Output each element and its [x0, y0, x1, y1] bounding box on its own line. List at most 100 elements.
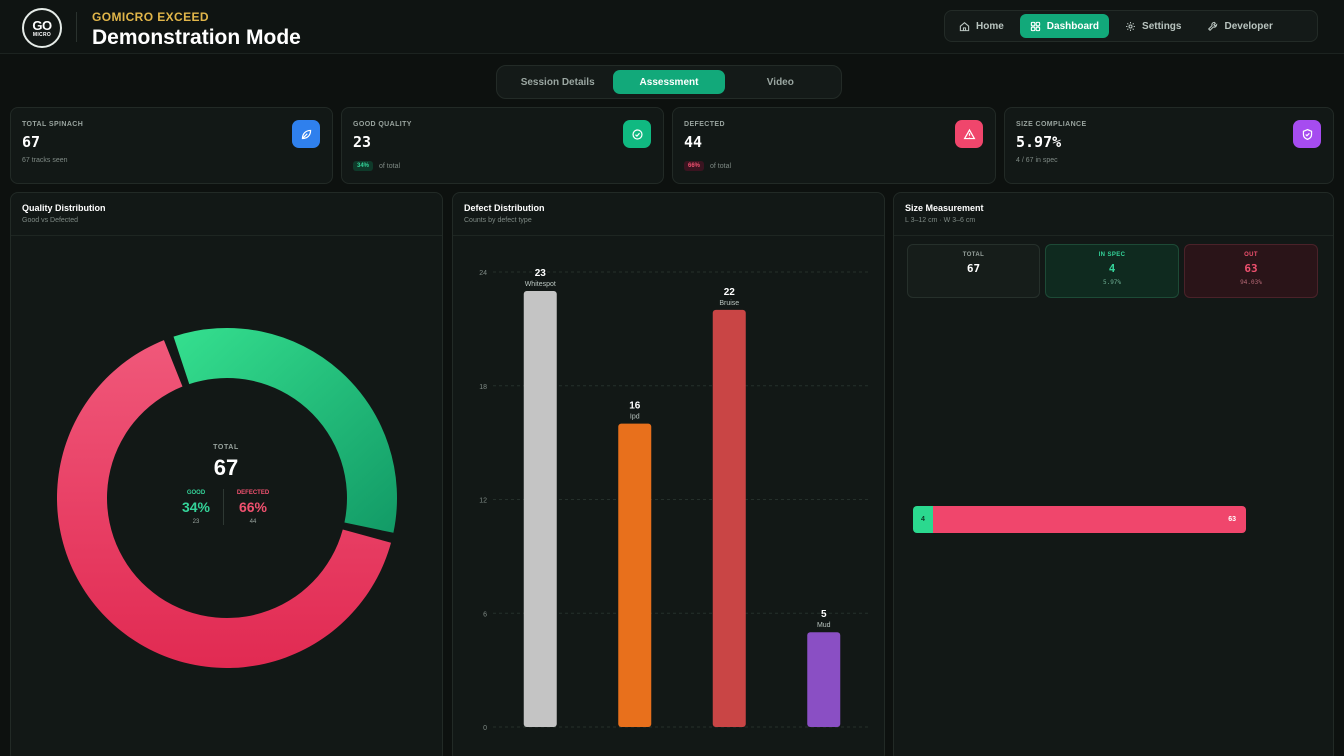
nav-settings-label: Settings	[1142, 20, 1182, 32]
donut-defected-block: DEFECTED 66% 44	[227, 490, 279, 525]
size-total-value: 67	[966, 262, 981, 275]
tab-video[interactable]: Video	[725, 70, 836, 94]
stat-value: 44	[684, 133, 703, 151]
y-tick-label: 24	[479, 270, 487, 277]
stat-sub-text: 4 / 67 in spec	[1016, 157, 1058, 164]
stat-sub: 66% of total	[684, 161, 731, 171]
y-tick-label: 0	[483, 725, 487, 732]
stat-sub-text: of total	[710, 162, 732, 170]
bar-category-label: Whitespot	[525, 281, 556, 288]
size-bar-in-label: 4	[921, 516, 925, 523]
stat-label: TOTAL SPINACH	[22, 121, 84, 128]
size-in-spec-label: IN SPEC	[1098, 252, 1126, 258]
stat-value: 67	[22, 133, 41, 151]
bar-ipd[interactable]	[618, 423, 652, 727]
size-out-value: 63	[1244, 262, 1258, 275]
tab-session-details[interactable]: Session Details	[502, 70, 613, 94]
logo-text-top: GO	[32, 17, 52, 33]
stat-sub-text: of total	[379, 162, 401, 170]
size-bar-out[interactable]: 63	[932, 506, 1246, 533]
donut-total-value: 67	[213, 455, 239, 480]
app-header: GO MICRO GOMICRO EXCEED Demonstration Mo…	[0, 0, 1344, 54]
bar-bruise[interactable]	[712, 309, 746, 727]
size-out-box: OUT 63 94.03%	[1184, 244, 1318, 298]
panel-subtitle: L 3–12 cm · W 3–6 cm	[905, 217, 976, 224]
bar-category-label: Mud	[817, 622, 831, 629]
stat-card-total-spinach: TOTAL SPINACH 67 67 tracks seen	[10, 107, 333, 184]
quality-distribution-panel: Quality Distribution Good vs Defected TO…	[10, 192, 443, 756]
good-percent: 34%	[181, 499, 211, 515]
page-title: Demonstration Mode	[92, 26, 301, 49]
nav-home[interactable]: Home	[949, 14, 1014, 38]
size-total-box: TOTAL 67	[907, 244, 1040, 298]
nav-dashboard[interactable]: Dashboard	[1019, 14, 1110, 38]
panel-title: Size Measurement	[905, 203, 984, 213]
view-tabs: Session Details Assessment Video	[496, 65, 842, 99]
donut-total-label: TOTAL	[213, 444, 239, 451]
stat-sub: 4 / 67 in spec	[1016, 157, 1058, 164]
bar-value-label: 5	[821, 609, 827, 620]
stat-card-good-quality: GOOD QUALITY 23 34% of total	[341, 107, 664, 184]
wrench-icon	[1208, 21, 1218, 31]
nav-developer-label: Developer	[1224, 20, 1273, 32]
check-circle-icon	[623, 120, 651, 148]
bar-value-label: 16	[629, 401, 641, 412]
percent-badge: 66%	[684, 161, 705, 171]
tab-assessment[interactable]: Assessment	[613, 70, 725, 94]
stat-sub-text: 67 tracks seen	[22, 157, 68, 164]
stat-card-defected: DEFECTED 44 66% of total	[672, 107, 996, 184]
gomicro-logo[interactable]: GO MICRO	[22, 8, 62, 48]
good-count: 23	[192, 519, 200, 525]
nav-dashboard-label: Dashboard	[1046, 20, 1100, 32]
defect-distribution-panel: Defect Distribution Counts by defect typ…	[452, 192, 885, 756]
nav-home-label: Home	[976, 20, 1004, 32]
donut-center-divider	[223, 489, 224, 525]
bar-value-label: 22	[724, 287, 736, 298]
y-tick-label: 6	[483, 611, 487, 618]
home-icon	[959, 21, 970, 31]
nav-developer[interactable]: Developer	[1197, 14, 1282, 38]
defected-label: DEFECTED	[236, 490, 270, 496]
size-out-percent: 94.03%	[1240, 279, 1262, 286]
stat-label: DEFECTED	[684, 121, 725, 128]
bar-value-label: 23	[535, 268, 547, 279]
size-stacked-bar: 4 63	[913, 506, 1246, 533]
shield-check-icon	[1293, 120, 1321, 148]
defected-percent: 66%	[238, 499, 268, 515]
stat-sub: 67 tracks seen	[22, 157, 68, 164]
size-total-label: TOTAL	[962, 252, 985, 258]
stat-card-size-compliance: SIZE COMPLIANCE 5.97% 4 / 67 in spec	[1004, 107, 1334, 184]
warning-icon	[955, 120, 983, 148]
donut-good-block: GOOD 34% 23	[171, 490, 221, 525]
defected-count: 44	[249, 519, 257, 525]
size-out-label: OUT	[1244, 252, 1258, 258]
brand-name: GOMICRO EXCEED	[92, 10, 209, 24]
size-in-spec-value: 4	[1108, 262, 1116, 275]
logo-text-bottom: MICRO	[32, 31, 52, 38]
percent-badge: 34%	[353, 161, 374, 171]
nav-settings[interactable]: Settings	[1115, 14, 1191, 38]
defect-bar-chart: 0 6 12 18 24 23 Whitespot 16 Ipd 22 Bruise 5 Mud	[479, 268, 871, 732]
bar-category-label: Bruise	[719, 300, 739, 307]
bar-whitespot[interactable]	[523, 290, 557, 727]
size-in-spec-percent: 5.97%	[1102, 279, 1122, 286]
header-divider	[76, 12, 77, 42]
stat-sub: 34% of total	[353, 161, 400, 171]
stat-label: GOOD QUALITY	[353, 121, 412, 128]
panel-title: Quality Distribution	[22, 203, 106, 213]
stat-value: 5.97%	[1016, 133, 1062, 151]
size-bar-in-spec[interactable]: 4	[913, 506, 933, 533]
panel-subtitle: Good vs Defected	[22, 217, 79, 224]
gear-icon	[1126, 21, 1135, 31]
y-tick-label: 12	[479, 498, 487, 505]
leaf-icon	[292, 120, 320, 148]
panel-divider	[894, 235, 1333, 236]
good-label: GOOD	[186, 490, 206, 496]
y-tick-label: 18	[479, 384, 487, 391]
bar-category-label: Ipd	[630, 414, 640, 421]
size-measurement-panel: Size Measurement L 3–12 cm · W 3–6 cm TO…	[893, 192, 1334, 756]
size-bar-out-label: 63	[1228, 516, 1236, 523]
size-in-spec-box: IN SPEC 4 5.97%	[1045, 244, 1179, 298]
bar-mud[interactable]	[807, 632, 841, 727]
stat-label: SIZE COMPLIANCE	[1016, 121, 1087, 128]
